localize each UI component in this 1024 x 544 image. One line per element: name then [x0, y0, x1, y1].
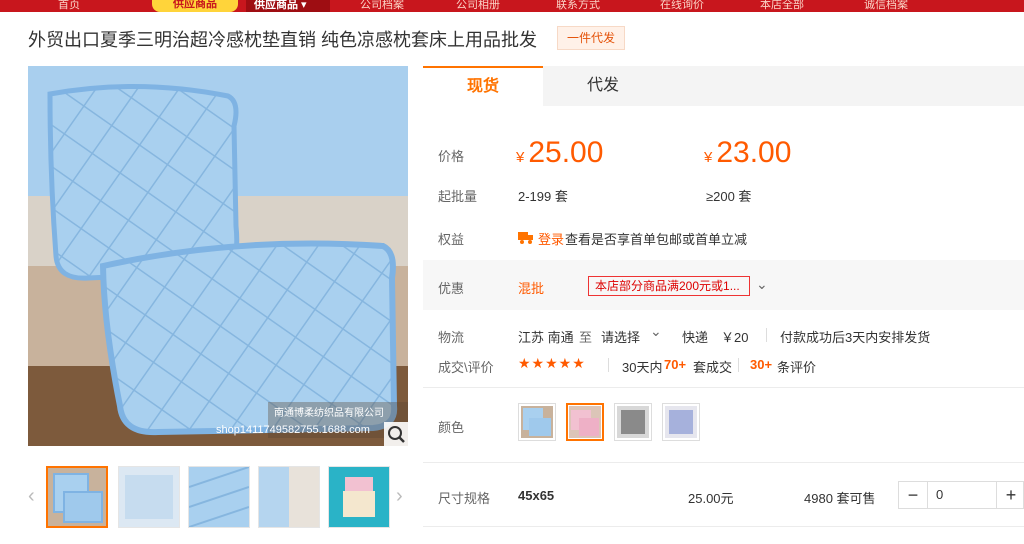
- magnifier-icon: [388, 426, 405, 443]
- section-divider: [423, 526, 1024, 527]
- swatch-image: [569, 406, 601, 438]
- nav-item-products[interactable]: 供应商品 ▾: [254, 0, 307, 12]
- sold-suffix: 套成交: [693, 360, 733, 375]
- thumbnail-3[interactable]: [188, 466, 250, 528]
- star-rating: ★★★★★: [518, 355, 586, 371]
- thumb-image: [259, 467, 319, 527]
- reviews-label: 成交\评价: [438, 360, 494, 375]
- ship-note: 付款成功后3天内安排发货: [780, 330, 931, 345]
- dropship-badge[interactable]: 一件代发: [557, 26, 625, 50]
- thumbnail-4[interactable]: [258, 466, 320, 528]
- express-label: 快递: [682, 330, 709, 345]
- thumb-image: [189, 467, 249, 527]
- tab-in-stock[interactable]: 现货: [423, 66, 543, 106]
- nav-item-contact[interactable]: 联系方式: [556, 0, 600, 12]
- nav-promo-badge[interactable]: 供应商品: [152, 0, 238, 12]
- swatch-image: [617, 406, 649, 438]
- nav-item-credit[interactable]: 诚信档案: [864, 0, 908, 12]
- stock-available: 4980 套可售: [804, 491, 876, 506]
- thumbnail-2[interactable]: [118, 466, 180, 528]
- swatch-image: [521, 406, 553, 438]
- period-text: 30天内: [622, 360, 663, 375]
- thumb-prev-button[interactable]: ‹: [28, 486, 40, 506]
- section-divider: [423, 387, 1024, 388]
- price-tier-2: ¥23.00: [704, 136, 791, 170]
- thumb-image: [329, 467, 389, 527]
- thumbnail-strip: ‹ ›: [28, 466, 408, 528]
- nav-item-home[interactable]: 首页: [58, 0, 80, 12]
- thumb-next-button[interactable]: ›: [396, 486, 408, 506]
- swatch-image: [665, 406, 697, 438]
- thumb-image: [119, 467, 179, 527]
- moq-tier-2: ≥200 套: [706, 189, 752, 204]
- mixed-batch-tag: 混批: [518, 281, 545, 296]
- color-swatch-blue-purple[interactable]: [662, 403, 700, 441]
- truck-icon: [518, 232, 533, 244]
- nav-item-active[interactable]: 供应商品 ▾: [246, 0, 330, 12]
- watermark-shop: shop1411749582755.1688.com: [216, 424, 370, 436]
- review-count[interactable]: 30+: [750, 357, 772, 372]
- nav-item-profile[interactable]: 公司档案: [360, 0, 404, 12]
- zoom-button[interactable]: [384, 422, 408, 446]
- thumb-image: [48, 468, 106, 526]
- price-label: 价格: [438, 149, 465, 164]
- nav-item-all[interactable]: 本店全部: [760, 0, 804, 12]
- currency-symbol: ¥: [704, 149, 713, 166]
- benefits-label: 权益: [438, 232, 465, 247]
- price-tier-1: ¥25.00: [516, 136, 603, 170]
- increment-button[interactable]: +: [997, 482, 1024, 508]
- color-swatch-pink[interactable]: [566, 403, 604, 441]
- section-divider: [423, 462, 1024, 463]
- pillow-photo: 南通博柔纺织品有限公司 shop1411749582755.1688.com: [28, 66, 408, 446]
- product-title: 外贸出口夏季三明治超冷感枕垫直销 纯色凉感枕套床上用品批发: [28, 30, 537, 50]
- decrement-button[interactable]: −: [899, 482, 927, 508]
- size-price: 25.00元: [688, 491, 734, 506]
- ship-origin: 江苏 南通: [518, 330, 574, 345]
- divider: [738, 358, 739, 372]
- discount-tag[interactable]: 本店部分商品满200元或1...: [588, 276, 750, 296]
- login-link[interactable]: 登录: [538, 229, 564, 248]
- moq-label: 起批量: [438, 189, 478, 204]
- destination-select[interactable]: 请选择: [601, 327, 640, 346]
- main-product-image[interactable]: 南通博柔纺织品有限公司 shop1411749582755.1688.com: [28, 66, 408, 446]
- quantity-input[interactable]: 0: [927, 482, 997, 508]
- benefits-text: 查看是否享首单包邮或首单立减: [565, 232, 748, 247]
- chevron-down-icon[interactable]: ⌄: [756, 276, 768, 293]
- sold-count[interactable]: 70+: [664, 357, 686, 372]
- nav-item-inquiry[interactable]: 在线询价: [660, 0, 704, 12]
- currency-symbol: ¥: [516, 149, 525, 166]
- watermark-company: 南通博柔纺织品有限公司: [274, 406, 384, 419]
- top-nav: 首页 供应商品 供应商品 ▾ 公司档案 公司相册 联系方式 在线询价 本店全部 …: [0, 0, 1024, 12]
- price-tier-2-value: 23.00: [716, 136, 792, 169]
- price-tier-1-value: 25.00: [528, 136, 604, 169]
- thumbnail-1[interactable]: [46, 466, 108, 528]
- chevron-down-icon[interactable]: ⌄: [650, 323, 662, 340]
- purchase-tabs: 现货 代发: [423, 66, 1024, 106]
- quantity-stepper: − 0 +: [898, 481, 1024, 509]
- color-label: 颜色: [438, 420, 465, 435]
- moq-tier-1: 2-199 套: [518, 189, 568, 204]
- shipping-fee: ￥20: [721, 330, 749, 345]
- thumbnail-5[interactable]: [328, 466, 390, 528]
- ship-to: 至: [579, 330, 593, 345]
- size-value: 45x65: [518, 488, 555, 503]
- size-label: 尺寸规格: [438, 491, 491, 506]
- divider: [766, 328, 767, 342]
- nav-item-album[interactable]: 公司相册: [456, 0, 500, 12]
- discount-label: 优惠: [438, 281, 465, 296]
- color-swatch-blue[interactable]: [518, 403, 556, 441]
- divider: [608, 358, 609, 372]
- review-suffix: 条评价: [777, 360, 817, 375]
- tab-dropship[interactable]: 代发: [543, 66, 663, 106]
- color-swatch-grey[interactable]: [614, 403, 652, 441]
- logistics-label: 物流: [438, 330, 465, 345]
